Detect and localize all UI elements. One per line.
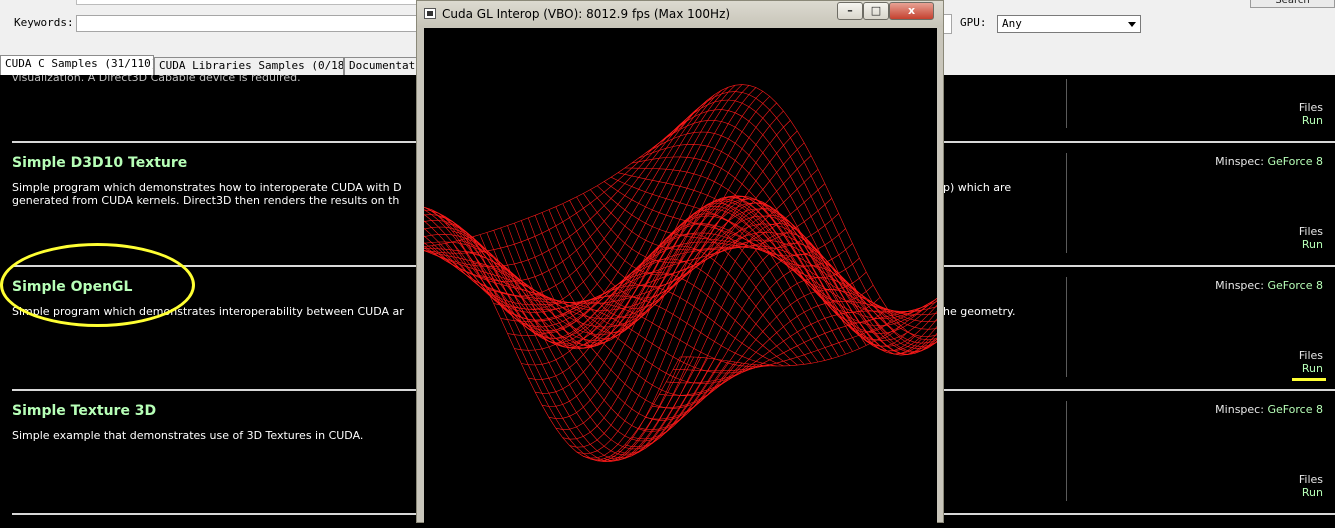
minspec: Minspec: GeForce 8 [1215,155,1323,168]
mesh-line [466,130,798,320]
sample-description-tail: p) which are [943,181,1012,194]
minspec-gpu: GeForce 8 [1267,403,1323,416]
mesh-line [390,233,722,442]
sample-description-tail: he geometry. [943,305,1016,318]
mesh-line [603,181,936,319]
column-divider [1066,401,1067,501]
minspec: Minspec: GeForce 8 [1215,403,1323,416]
gl-interop-window: Cuda GL Interop (VBO): 8012.9 fps (Max 1… [348,0,1012,524]
mesh-line [472,236,805,365]
mesh-line [590,207,922,462]
files-link[interactable]: Files [1299,473,1323,486]
mesh-line [645,289,977,420]
minimize-button[interactable]: – [837,2,863,20]
gpu-select-value: Any [1002,17,1022,30]
files-link[interactable]: Files [1299,101,1323,114]
sample-title[interactable]: Simple D3D10 Texture [12,155,187,171]
tab-documentation[interactable]: Documentation [344,57,424,75]
mesh-line [679,84,1012,341]
mesh-line [597,214,929,462]
keywords-input[interactable] [76,15,421,32]
run-link[interactable]: Run [1302,362,1323,375]
run-underline-annotation [1292,378,1326,381]
opengl-canvas[interactable] [348,28,1012,524]
column-divider [1066,153,1067,253]
highlight-ellipse [0,243,195,327]
column-divider [1066,277,1067,377]
tab-cuda-c-samples[interactable]: CUDA C Samples (31/110) [0,55,154,76]
mesh-line [431,90,764,349]
run-link[interactable]: Run [1302,114,1323,127]
minspec-gpu: GeForce 8 [1267,155,1323,168]
sine-wave-mesh [348,84,1012,462]
window-title: Cuda GL Interop (VBO): 8012.9 fps (Max 1… [442,7,731,21]
keywords-label: Keywords: [14,16,74,29]
mesh-line [541,203,874,407]
minspec: Minspec: GeForce 8 [1215,279,1323,292]
files-link[interactable]: Files [1299,349,1323,362]
mesh-line [659,273,991,396]
mesh-line [679,236,1012,367]
mesh-line [604,223,936,461]
run-link[interactable]: Run [1302,486,1323,499]
mesh-line [528,215,860,380]
chevron-down-icon [1128,22,1136,27]
app-icon [424,8,436,19]
clipped-description: visualization. A Direct3D Capable device… [12,75,301,81]
mesh-line [348,204,681,461]
window-titlebar[interactable]: Cuda GL Interop (VBO): 8012.9 fps (Max 1… [417,1,943,27]
gpu-label: GPU: [960,16,987,29]
mesh-lines [348,84,1012,462]
run-link[interactable]: Run [1302,238,1323,251]
mesh-line [403,84,736,339]
maximize-button[interactable]: □ [863,2,889,20]
mesh-line [672,91,1005,347]
tab-cuda-libraries-samples[interactable]: CUDA Libraries Samples (0/18) [154,57,344,75]
mesh-line [617,172,950,334]
search-button[interactable]: Search [1250,0,1335,8]
close-button[interactable]: x [889,2,934,20]
minspec-gpu: GeForce 8 [1267,279,1323,292]
column-divider [1066,79,1067,128]
gpu-select[interactable]: Any [997,15,1141,33]
sample-title[interactable]: Simple Texture 3D [12,403,156,419]
files-link[interactable]: Files [1299,225,1323,238]
top-input-strip[interactable] [76,0,421,5]
mesh-line [369,105,701,282]
